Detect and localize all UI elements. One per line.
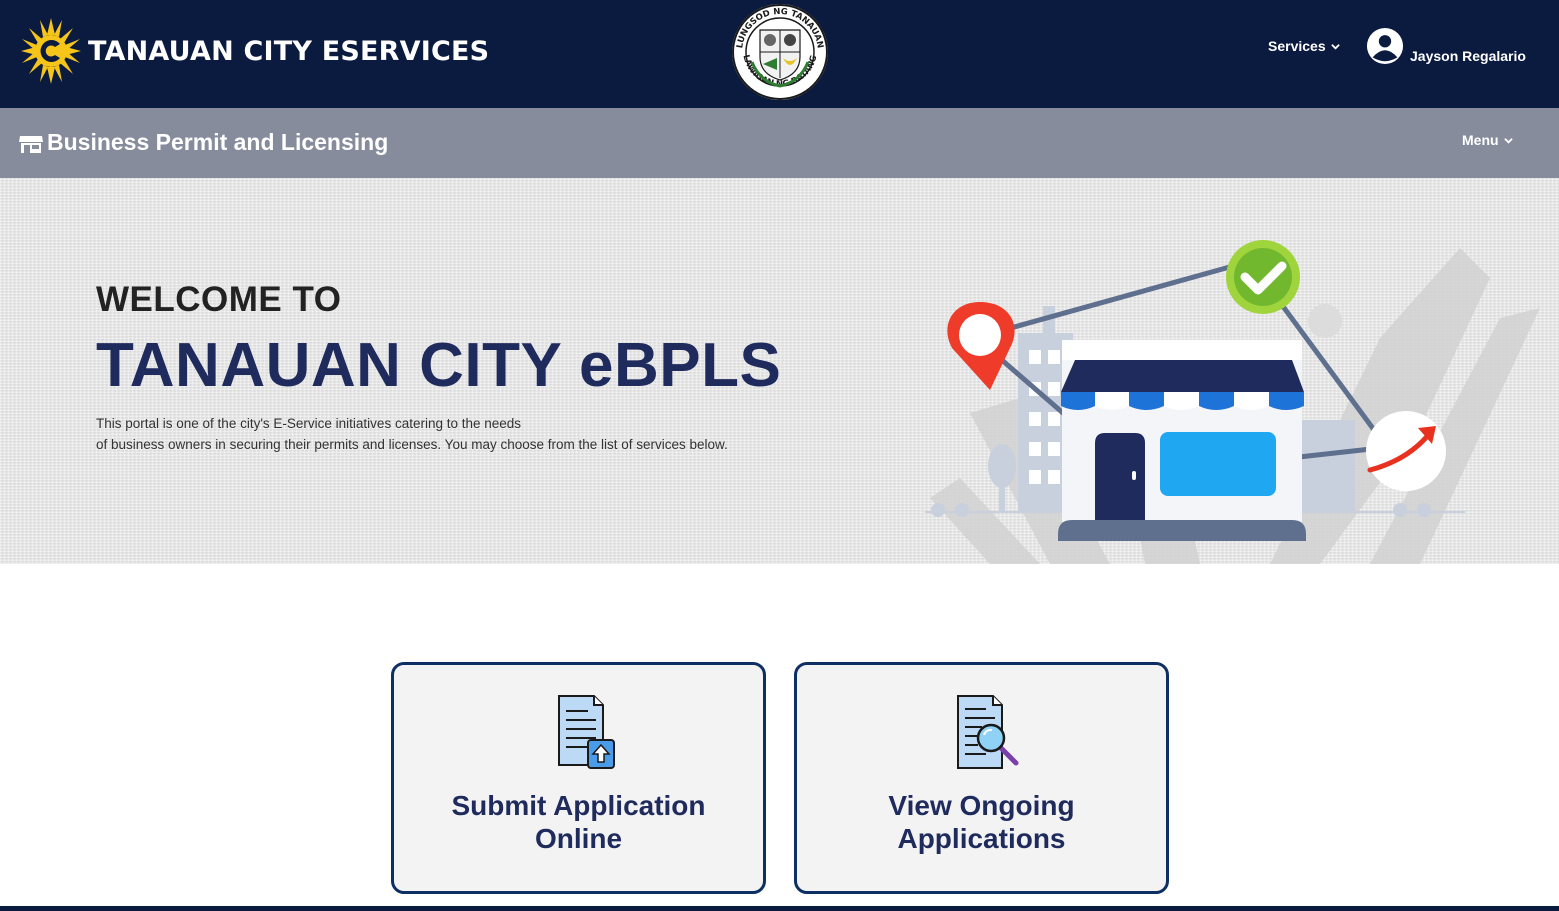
hero-title: TANAUAN CITY eBPLS bbox=[96, 331, 782, 400]
hero-description: This portal is one of the city's E-Servi… bbox=[96, 413, 816, 455]
store-illustration bbox=[925, 240, 1540, 564]
brand-home-link[interactable]: TANAUAN CITY ESERVICES bbox=[20, 16, 489, 86]
document-upload-icon bbox=[557, 695, 615, 769]
store-icon bbox=[19, 135, 43, 153]
card-label-line: View Ongoing bbox=[888, 790, 1075, 821]
brand-title: TANAUAN CITY ESERVICES bbox=[88, 35, 490, 67]
module-bar: Business Permit and Licensing Menu bbox=[0, 108, 1559, 178]
submit-application-card[interactable]: Submit Application Online bbox=[391, 662, 766, 894]
hero-banner: WELCOME TO TANAUAN CITY eBPLS This porta… bbox=[0, 178, 1559, 564]
chevron-down-icon bbox=[1503, 137, 1513, 144]
welcome-heading: WELCOME TO bbox=[96, 280, 342, 319]
submit-application-label: Submit Application Online bbox=[394, 789, 763, 855]
services-dropdown[interactable]: Services bbox=[1268, 38, 1340, 54]
user-name: Jayson Regalario bbox=[1410, 48, 1526, 64]
services-label: Services bbox=[1268, 38, 1326, 54]
module-title-link[interactable]: Business Permit and Licensing bbox=[18, 129, 388, 156]
user-account-menu[interactable]: Jayson Regalario bbox=[1366, 27, 1526, 65]
card-label-line: Online bbox=[534, 823, 623, 854]
view-ongoing-applications-card[interactable]: View Ongoing Applications bbox=[794, 662, 1169, 894]
hero-description-line-2: of business owners in securing their per… bbox=[96, 437, 728, 452]
footer-divider bbox=[0, 906, 1559, 911]
chevron-down-icon bbox=[1330, 43, 1340, 50]
view-ongoing-applications-label: View Ongoing Applications bbox=[797, 789, 1166, 855]
hero-description-line-1: This portal is one of the city's E-Servi… bbox=[96, 416, 522, 431]
document-search-icon bbox=[956, 695, 1018, 769]
menu-dropdown[interactable]: Menu bbox=[1462, 132, 1513, 148]
top-header: TANAUAN CITY ESERVICES LUNGSOD NG TANAUA… bbox=[0, 0, 1559, 108]
card-label-line: Submit Application bbox=[451, 790, 706, 821]
user-avatar-icon bbox=[1366, 27, 1404, 65]
city-seal-icon: LUNGSOD NG TANAUAN LALAWIGAN NG BATANGAS bbox=[730, 2, 828, 100]
card-label-line: Applications bbox=[897, 823, 1066, 854]
sun-logo-icon bbox=[21, 18, 81, 84]
module-title: Business Permit and Licensing bbox=[47, 129, 389, 155]
hero-text-block: WELCOME TO TANAUAN CITY eBPLS This porta… bbox=[96, 280, 816, 455]
menu-label: Menu bbox=[1462, 132, 1499, 148]
